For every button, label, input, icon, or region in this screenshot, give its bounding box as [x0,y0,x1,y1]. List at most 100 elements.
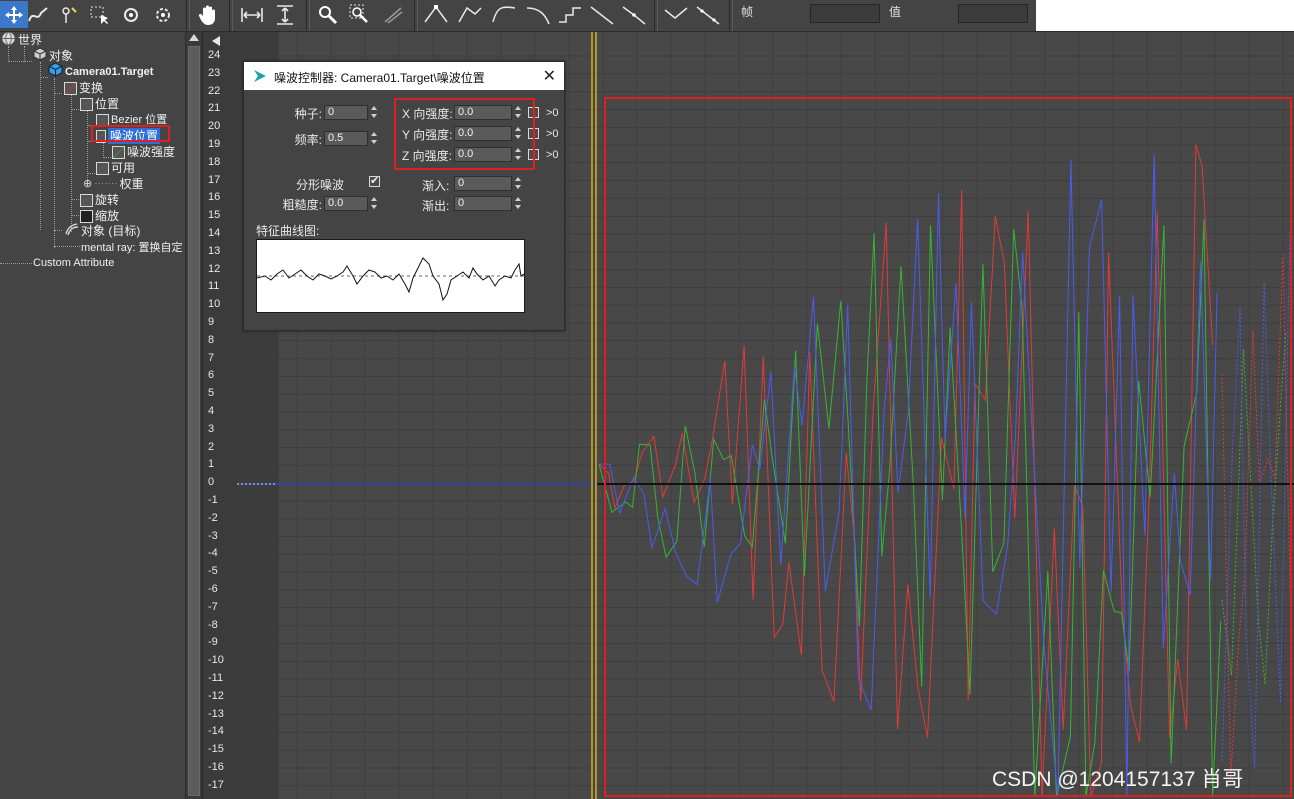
globe-icon [1,32,16,50]
tree-item-position[interactable]: 位置 [80,96,119,112]
tree-item-weights[interactable]: ⊕ ······· 权重 [83,176,144,192]
transform-icon [64,81,77,95]
seed-field[interactable]: 0 [324,105,368,120]
ruler-tick: -17 [208,778,224,791]
tree-item-custom-attribute[interactable]: Custom Attribute [33,255,114,271]
toolbar-separator [229,0,233,31]
retime-global-icon[interactable] [150,1,178,28]
x-gt0-label: >0 [546,107,559,119]
tree-scrollbar[interactable] [185,32,203,799]
value-ruler: 24 23 22 21 20 19 18 17 16 15 14 13 12 11 10 9 8 7 6 5 4 3 2 1 0… [202,32,237,799]
ramp-in-field[interactable]: 0 [454,176,512,191]
ruler-tick: 23 [208,66,221,79]
ruler-tick: 16 [208,191,221,204]
region-select-icon[interactable] [86,1,114,28]
rotation-icon [80,193,93,207]
dialog-title: 噪波控制器: Camera01.Target\噪波位置 [274,71,485,85]
app-logo-icon [253,69,267,83]
unify-tangents-icon[interactable] [694,1,722,28]
ramp-in-spinner[interactable]: 0 [454,176,523,191]
scale-icon [80,209,93,223]
tangent-fast-icon[interactable] [490,1,518,28]
noise-strength-icon [112,145,125,159]
frequency-spinner-arrows-icon[interactable] [370,131,379,146]
tree-item-noise-strength[interactable]: 噪波强度 [112,144,175,160]
tree-item-world[interactable]: 世界 [1,32,42,48]
toolbar-separator [729,0,733,31]
frame-value-icon[interactable] [271,1,299,28]
scroll-thumb[interactable] [188,46,200,796]
ruler-tick: 24 [208,49,221,61]
ruler-tick: 10 [208,298,221,311]
roughness-label: 粗糙度: [282,198,322,212]
scroll-up-icon[interactable] [189,34,199,41]
isolate-curve-icon[interactable] [379,1,407,28]
ruler-tick: -13 [208,707,224,720]
position-list-icon [80,97,93,111]
frequency-spinner[interactable]: 0.5 [324,131,379,146]
tangent-slow-icon[interactable] [524,1,552,28]
fractal-noise-label: 分形噪波 [296,178,345,192]
retime-icon[interactable] [118,1,146,28]
tree-item-scale[interactable]: 缩放 [80,208,119,224]
zoom-icon[interactable] [314,1,342,28]
break-tangents-icon[interactable] [662,1,690,28]
close-icon[interactable]: ✕ [543,66,556,86]
ruler-tick: 13 [208,244,221,257]
zoom-region-icon[interactable] [346,1,374,28]
tree-item-mental-ray[interactable]: mental ray: 置换自定 [81,240,182,256]
frequency-field[interactable]: 0.5 [324,131,368,146]
tree-item-available[interactable]: 可用 [96,160,135,176]
tangent-step-icon[interactable] [556,1,584,28]
ruler-tick: 6 [208,369,215,382]
characteristic-graph [256,239,525,313]
draw-curves-icon[interactable] [24,1,52,28]
ruler-tick: -14 [208,725,224,738]
ruler-tick: 9 [208,316,215,328]
tangent-smooth-icon[interactable] [620,1,648,28]
ruler-tick: 8 [208,333,215,346]
frame-field[interactable] [810,4,880,23]
ramp-out-label: 渐出: [422,199,450,213]
toolbar-separator [414,0,418,31]
ruler-tick: 20 [208,120,221,133]
ruler-tick: 1 [208,458,215,471]
ruler-tick: 19 [208,138,221,150]
seed-spinner[interactable]: 0 [324,105,379,120]
highlight-noise-curves [604,97,1292,797]
ramp-in-arrows-icon[interactable] [514,176,523,191]
toolbar-separator [306,0,310,31]
ruler-tick: 11 [208,280,220,293]
ramp-out-field[interactable]: 0 [454,196,512,211]
ruler-tick: -11 [208,672,224,684]
roughness-arrows-icon[interactable] [370,196,379,211]
dialog-titlebar[interactable]: 噪波控制器: Camera01.Target\噪波位置 ✕ [244,62,564,90]
pan-icon[interactable] [194,1,222,28]
tangent-auto-icon[interactable] [422,1,450,28]
roughness-field[interactable]: 0.0 [324,196,368,211]
frequency-label: 频率: [294,133,322,147]
ruler-tick: -16 [208,761,224,773]
tree-item-camera-target[interactable]: Camera01.Target [48,62,153,80]
toolbar-blank-area [1036,0,1294,31]
seed-spinner-arrows-icon[interactable] [370,105,379,120]
tangent-custom-icon[interactable] [456,1,484,28]
tree-item-object-target[interactable]: 对象 (目标) [64,223,140,239]
ruler-tick: -1 [208,494,218,506]
ramp-out-arrows-icon[interactable] [514,196,523,211]
ruler-tick: -4 [208,547,218,560]
tree-item-rotation[interactable]: 旋转 [80,192,119,208]
fractal-noise-checkbox[interactable] [369,174,380,187]
tree-item-transform[interactable]: 变换 [64,80,103,96]
roughness-spinner[interactable]: 0.0 [324,196,379,211]
tangent-linear-icon[interactable] [588,1,616,28]
z-gt0-label: >0 [546,149,559,161]
value-label: 值 [889,5,902,19]
insert-key-icon[interactable] [55,1,83,28]
value-field[interactable] [958,4,1028,23]
ramp-out-spinner[interactable]: 0 [454,196,523,211]
collapse-arrow-icon[interactable] [212,36,220,46]
highlight-strength-fields [394,98,535,170]
frame-horizontal-icon[interactable] [238,1,266,28]
ruler-tick: -9 [208,636,218,649]
